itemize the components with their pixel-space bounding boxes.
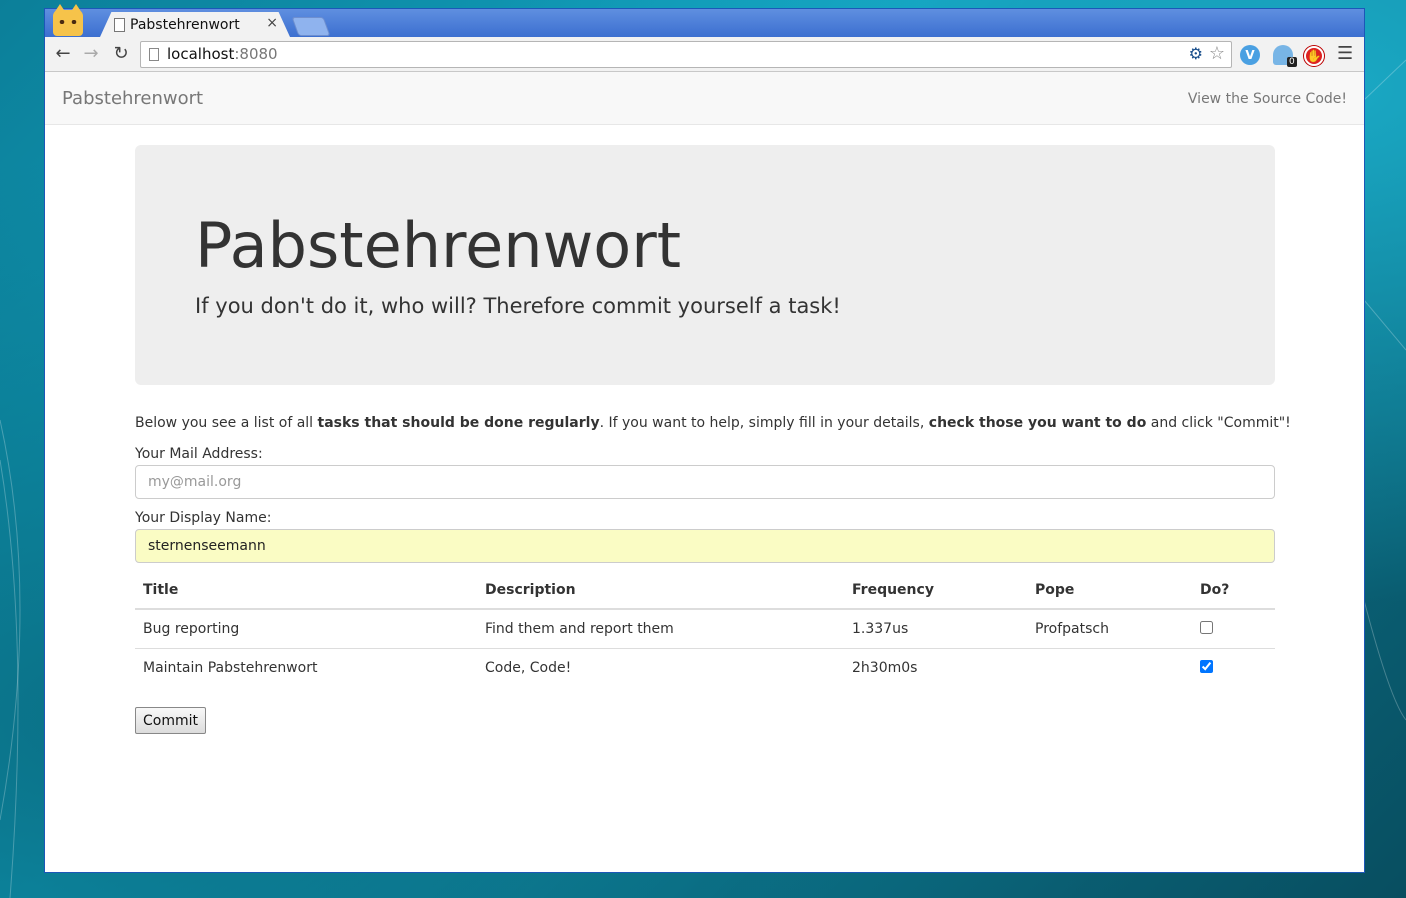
translate-icon[interactable]: ⚙ [1189,44,1203,63]
page-title: Pabstehrenwort [195,209,682,282]
source-code-link[interactable]: View the Source Code! [1188,91,1347,107]
table-row: Bug reporting Find them and report them … [135,608,1275,649]
extension-v-icon[interactable]: V [1240,45,1260,65]
profile-avatar-icon[interactable] [53,4,83,36]
tagline: If you don't do it, who will? Therefore … [195,294,841,318]
tab-title: Pabstehrenwort [130,17,240,33]
task-pope [1027,648,1192,687]
header-frequency: Frequency [844,572,1027,610]
header-description: Description [477,572,844,610]
close-tab-icon[interactable]: × [266,15,278,31]
task-description: Find them and report them [477,608,844,649]
task-checkbox[interactable] [1200,659,1213,673]
url-text: localhost:8080 [167,45,278,63]
page-icon [114,18,125,32]
display-name-label: Your Display Name: [135,510,272,526]
task-checkbox[interactable] [1200,620,1213,634]
task-do-cell [1192,608,1275,649]
mail-label: Your Mail Address: [135,446,263,462]
table-header-row: Title Description Frequency Pope Do? [135,572,1275,610]
page-icon [149,48,159,61]
display-name-input[interactable] [135,529,1275,563]
menu-icon[interactable]: ☰ [1337,43,1353,64]
header-do: Do? [1192,572,1275,610]
task-description: Code, Code! [477,648,844,687]
header-pope: Pope [1027,572,1192,610]
header-title: Title [135,572,477,610]
browser-tab[interactable]: Pabstehrenwort × [100,12,290,37]
task-pope: Profpatsch [1027,608,1192,649]
address-bar[interactable]: localhost:8080 ⚙ ☆ [140,41,1232,68]
browser-window: Pabstehrenwort × ← → ↻ localhost:8080 ⚙ … [45,4,1364,872]
extension-badge: 0 [1287,57,1297,67]
task-frequency: 1.337us [844,608,1027,649]
task-do-cell [1192,648,1275,687]
mail-input[interactable] [135,465,1275,499]
site-navbar: Pabstehrenwort View the Source Code! [45,72,1364,125]
jumbotron: Pabstehrenwort If you don't do it, who w… [135,145,1275,385]
title-bar: Pabstehrenwort × [45,4,1364,37]
back-icon[interactable]: ← [52,43,74,65]
adblock-icon[interactable]: ✋ [1304,46,1324,66]
task-frequency: 2h30m0s [844,648,1027,687]
reload-icon[interactable]: ↻ [110,43,132,65]
bookmark-star-icon[interactable]: ☆ [1209,43,1225,64]
commit-button[interactable]: Commit [135,707,206,734]
intro-text: Below you see a list of all tasks that s… [135,415,1291,431]
task-title: Bug reporting [135,608,477,649]
tasks-table: Title Description Frequency Pope Do? Bug… [135,572,1275,687]
task-title: Maintain Pabstehrenwort [135,648,477,687]
table-row: Maintain Pabstehrenwort Code, Code! 2h30… [135,648,1275,687]
navbar-brand[interactable]: Pabstehrenwort [62,88,203,109]
forward-icon[interactable]: → [80,43,102,65]
browser-toolbar: ← → ↻ localhost:8080 ⚙ ☆ V 0 ✋ ☰ [45,37,1364,72]
new-tab-button[interactable] [291,17,331,36]
